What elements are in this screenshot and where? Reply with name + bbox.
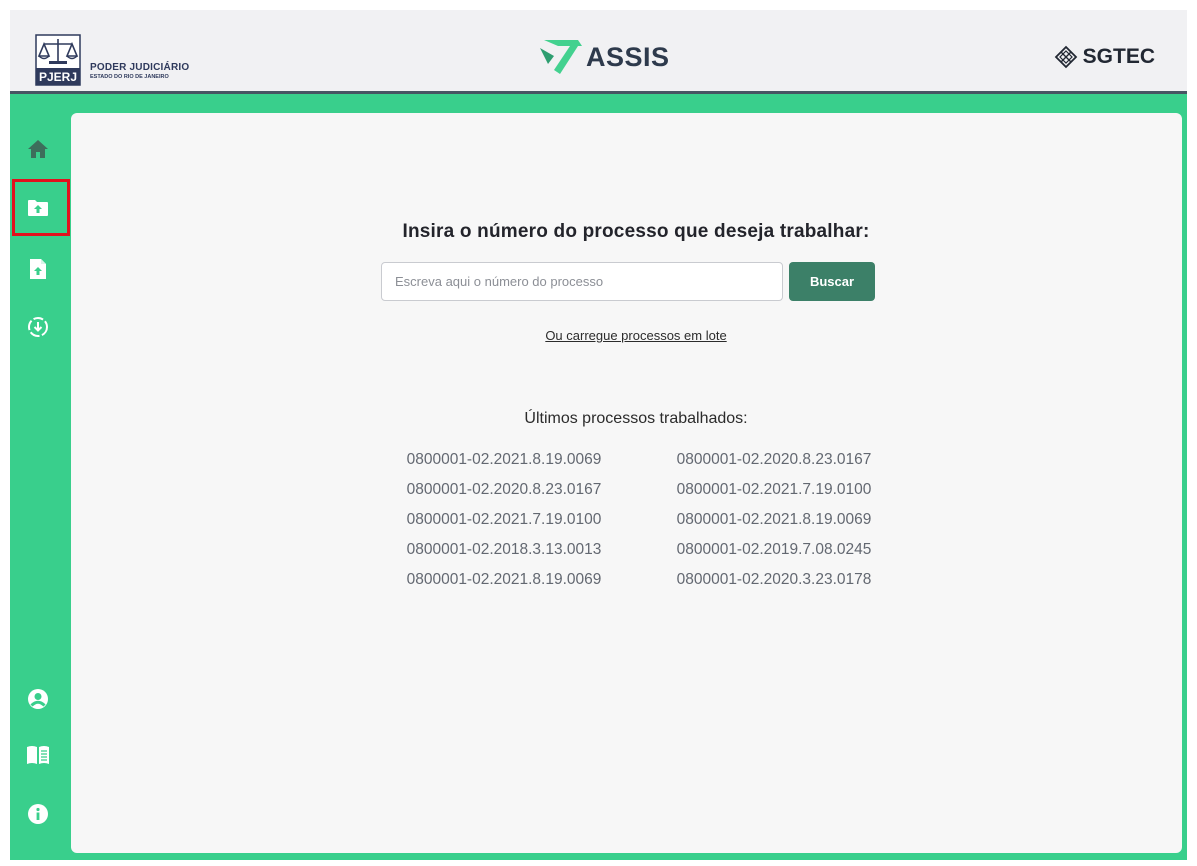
pjerj-title: PODER JUDICIÁRIO [90, 62, 190, 73]
recent-processes-list: 0800001-02.2021.8.19.0069 0800001-02.202… [369, 450, 909, 590]
process-number-input[interactable] [381, 262, 783, 301]
info-icon[interactable] [26, 802, 50, 826]
batch-upload-row: Ou carregue processos em lote [71, 328, 1187, 343]
sgtec-mark-icon [1054, 45, 1077, 69]
pjerj-institution: PODER JUDICIÁRIO ESTADO DO RIO DE JANEIR… [90, 62, 189, 80]
batch-upload-link[interactable]: Ou carregue processos em lote [545, 328, 726, 343]
recent-process-link[interactable]: 0800001-02.2021.8.19.0069 [639, 510, 909, 530]
recent-process-link[interactable]: 0800001-02.2019.7.08.0245 [639, 540, 909, 560]
pjerj-logo: PJERJ [35, 34, 81, 86]
top-header: PJERJ PODER JUDICIÁRIO ESTADO DO RIO DE … [10, 10, 1187, 94]
recent-process-link[interactable]: 0800001-02.2021.8.19.0069 [369, 450, 639, 470]
download-circle-icon[interactable] [26, 315, 50, 339]
recent-process-link[interactable]: 0800001-02.2018.3.13.0013 [369, 540, 639, 560]
sgtec-logo: SGTEC [1054, 45, 1155, 69]
process-prompt: Insira o número do processo que deseja t… [402, 221, 870, 242]
partner-name: SGTEC [1082, 45, 1155, 68]
assis-mark-icon [540, 40, 582, 74]
pjerj-badge-text: PJERJ [39, 70, 77, 84]
home-icon[interactable] [26, 137, 50, 161]
recent-process-link[interactable]: 0800001-02.2021.7.19.0100 [369, 510, 639, 530]
user-icon[interactable] [26, 687, 50, 711]
search-button[interactable]: Buscar [789, 262, 875, 301]
assis-logo: ASSIS [538, 36, 670, 78]
main-content: Insira o número do processo que deseja t… [71, 113, 1182, 853]
folder-upload-icon[interactable] [26, 196, 50, 220]
recent-process-link[interactable]: 0800001-02.2021.8.19.0069 [369, 570, 639, 590]
app-name: ASSIS [586, 41, 670, 72]
manual-book-icon[interactable] [26, 743, 50, 767]
recent-process-link[interactable]: 0800001-02.2020.8.23.0167 [369, 480, 639, 500]
recent-process-link[interactable]: 0800001-02.2021.7.19.0100 [639, 480, 909, 500]
app-frame: PJERJ PODER JUDICIÁRIO ESTADO DO RIO DE … [10, 10, 1187, 860]
pjerj-subtitle: ESTADO DO RIO DE JANEIRO [90, 74, 169, 80]
file-upload-icon[interactable] [26, 257, 50, 281]
recent-processes-title: Últimos processos trabalhados: [524, 410, 748, 427]
recent-process-link[interactable]: 0800001-02.2020.8.23.0167 [639, 450, 909, 470]
recent-process-link[interactable]: 0800001-02.2020.3.23.0178 [639, 570, 909, 590]
